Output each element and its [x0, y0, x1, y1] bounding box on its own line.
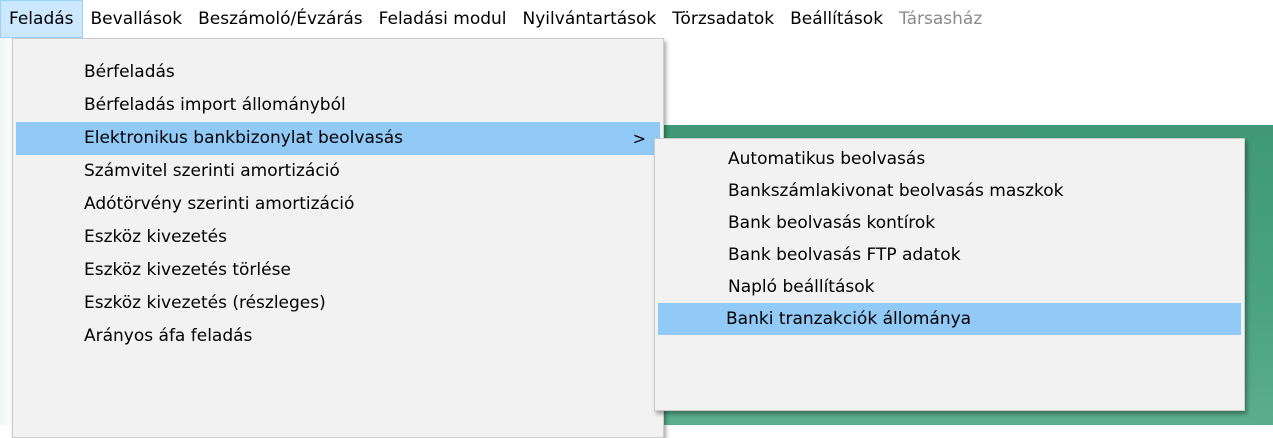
menubar-item-nyilvantartasok[interactable]: Nyilvántartások [515, 0, 665, 38]
submenu-item-bank-beolvasas-ftp[interactable]: Bank beolvasás FTP adatok [658, 239, 1241, 271]
bankbizonylat-submenu: Automatikus beolvasás Bankszámlakivonat … [654, 138, 1245, 411]
menu-item-label: Eszköz kivezetés törlése [84, 260, 291, 280]
menubar-item-beszamolo-evzaras[interactable]: Beszámoló/Évzárás [190, 0, 371, 38]
submenu-item-bank-beolvasas-kontirok[interactable]: Bank beolvasás kontírok [658, 207, 1241, 239]
menu-item-label: Napló beállítások [728, 277, 875, 297]
menu-item-label: Számvitel szerinti amortizáció [84, 161, 340, 181]
menu-item-label: Arányos áfa feladás [84, 326, 253, 346]
menubar-item-bevallasok[interactable]: Bevallások [83, 0, 191, 38]
menu-item-label: Adótörvény szerinti amortizáció [84, 194, 355, 214]
menu-item-label: Automatikus beolvasás [728, 149, 926, 169]
menu-item-label: Bérfeladás [84, 62, 175, 82]
feladas-dropdown-menu: Bérfeladás Bérfeladás import állományból… [12, 38, 664, 438]
submenu-item-banki-tranzakciok[interactable]: Banki tranzakciók állománya [658, 303, 1241, 335]
menu-item-label: Eszköz kivezetés (részleges) [84, 293, 326, 313]
menu-item-eszkoz-kivezetes-reszleges[interactable]: Eszköz kivezetés (részleges) [13, 287, 663, 320]
menu-item-aranyos-afa-feladas[interactable]: Arányos áfa feladás [13, 320, 663, 353]
submenu-item-automatikus-beolvasas[interactable]: Automatikus beolvasás [658, 143, 1241, 175]
menu-item-label: Bérfeladás import állományból [84, 95, 346, 115]
menu-item-berfeladas-import[interactable]: Bérfeladás import állományból [13, 89, 663, 122]
menu-item-eszkoz-kivezetes-torlese[interactable]: Eszköz kivezetés törlése [13, 254, 663, 287]
submenu-item-bankszamlakivonat-maszkok[interactable]: Bankszámlakivonat beolvasás maszkok [658, 175, 1241, 207]
menu-item-eszkoz-kivezetes[interactable]: Eszköz kivezetés [13, 221, 663, 254]
menu-item-adotorveny-amortizacio[interactable]: Adótörvény szerinti amortizáció [13, 188, 663, 221]
menu-item-elektronikus-bankbizonylat[interactable]: Elektronikus bankbizonylat beolvasás > [16, 122, 660, 155]
submenu-item-naplo-beallitasok[interactable]: Napló beállítások [658, 271, 1241, 303]
menubar-item-feladasi-modul[interactable]: Feladási modul [371, 0, 515, 38]
submenu-arrow-icon: > [632, 129, 646, 148]
menubar-item-beallitasok[interactable]: Beállítások [782, 0, 891, 38]
menubar-item-feladas[interactable]: Feladás [0, 0, 83, 38]
menubar-item-torzsadatok[interactable]: Törzsadatok [664, 0, 782, 38]
menu-item-label: Bankszámlakivonat beolvasás maszkok [728, 181, 1064, 201]
window-left-edge [0, 38, 12, 425]
menu-item-label: Banki tranzakciók állománya [726, 309, 972, 329]
menu-item-label: Bank beolvasás FTP adatok [728, 245, 961, 265]
menu-item-label: Bank beolvasás kontírok [728, 213, 936, 233]
menu-item-label: Eszköz kivezetés [84, 227, 227, 247]
menu-bar: Feladás Bevallások Beszámoló/Évzárás Fel… [0, 0, 1273, 38]
menu-item-szamvitel-amortizacio[interactable]: Számvitel szerinti amortizáció [13, 155, 663, 188]
menubar-item-tarsashaz[interactable]: Társasház [891, 0, 990, 38]
menu-item-label: Elektronikus bankbizonylat beolvasás [84, 128, 403, 148]
menu-item-berfeladas[interactable]: Bérfeladás [13, 56, 663, 89]
